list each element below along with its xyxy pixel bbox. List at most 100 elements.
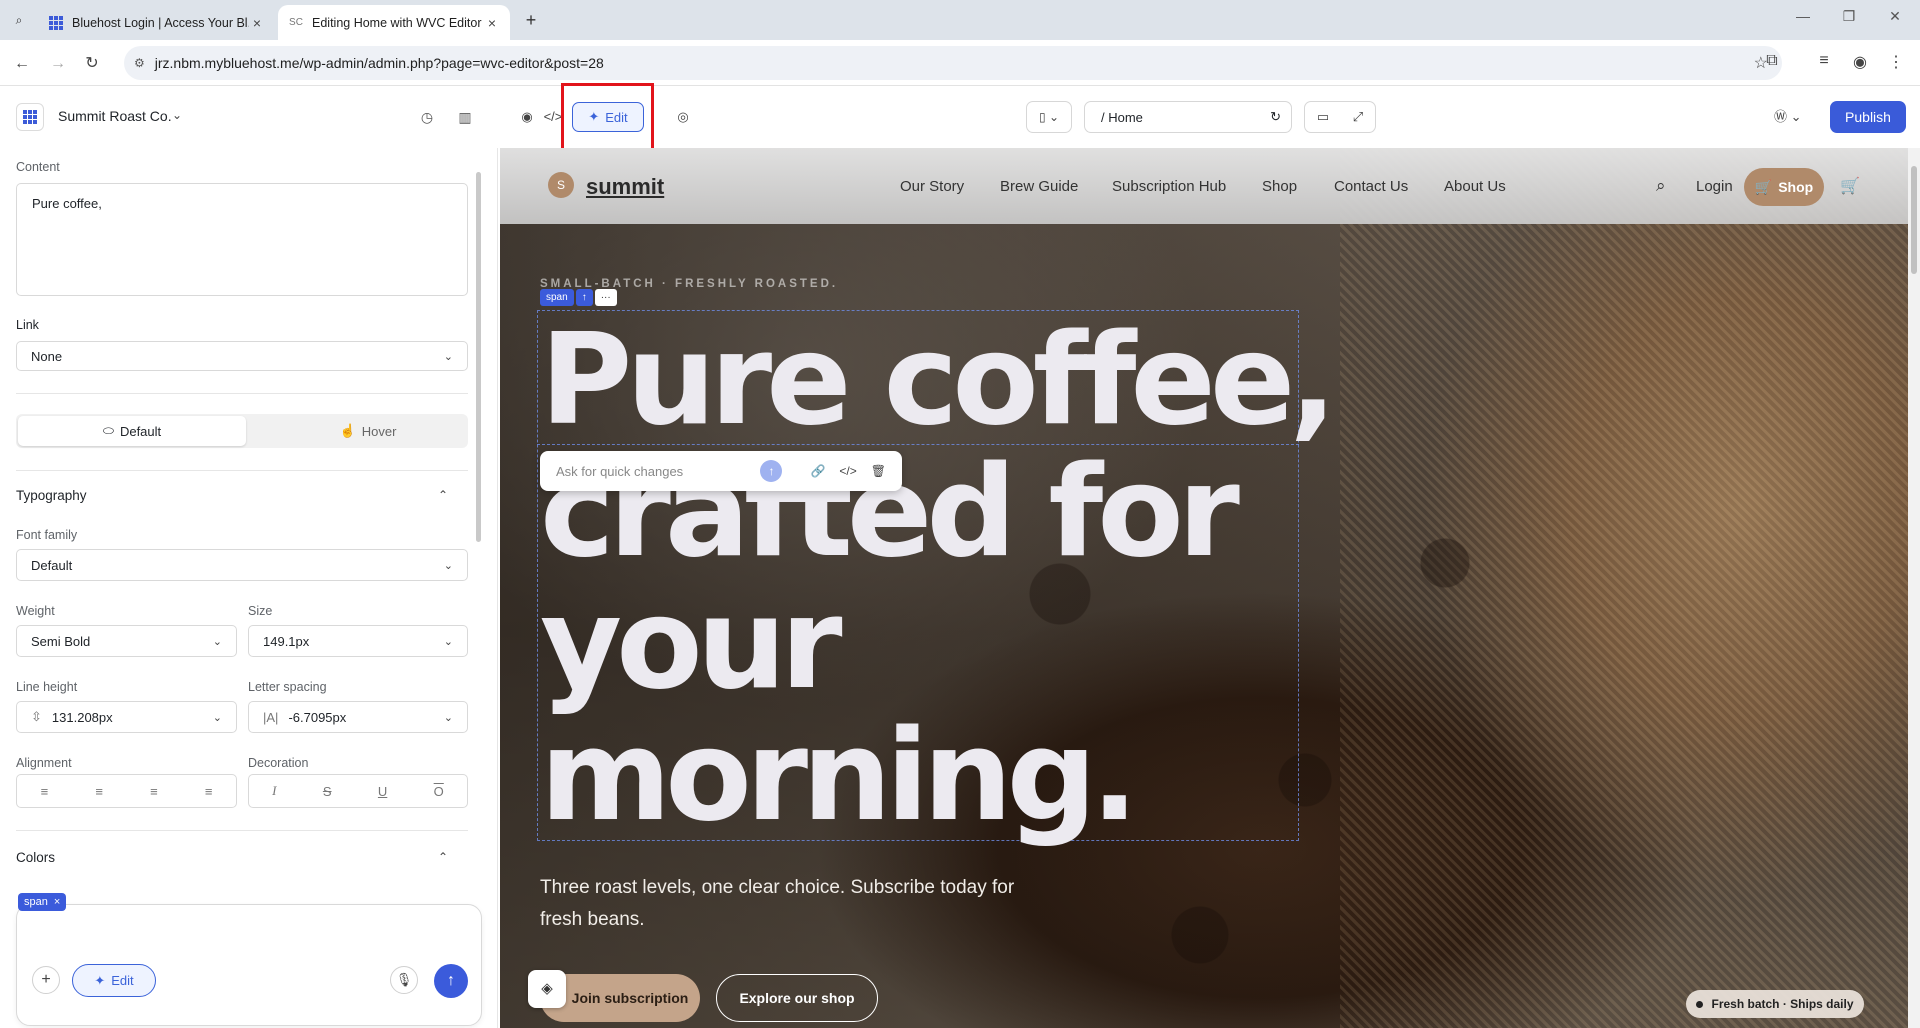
trash-icon[interactable]: 🗑 (871, 464, 886, 478)
tab-search-icon[interactable]: ⌕ (8, 9, 30, 31)
align-left-icon[interactable]: ≡ (41, 784, 49, 799)
history-icon[interactable]: ◷ (416, 106, 438, 128)
palette-icon[interactable]: ◎ (670, 104, 696, 130)
site-brand[interactable]: summit (586, 174, 664, 200)
letter-spacing-select[interactable]: |A| -6.7095px ⌄ (248, 701, 468, 733)
italic-icon[interactable]: I (272, 783, 276, 799)
device-toggle[interactable]: ▭ ⤢ (1304, 101, 1376, 133)
chip-label: span (24, 896, 48, 908)
panel-scrollbar[interactable] (476, 172, 481, 542)
tab-wvc-editor[interactable]: SC Editing Home with WVC Editor × (278, 5, 510, 40)
properties-panel: Content Pure coffee, Link None ⌄ ⬭ Default… (0, 148, 498, 1028)
chevron-up-icon[interactable]: ⌃ (438, 850, 448, 864)
nav-subscription-hub[interactable]: Subscription Hub (1112, 178, 1226, 195)
line-height-select[interactable]: ⇳ 131.208px ⌄ (16, 701, 237, 733)
scroll-thumb[interactable] (1911, 166, 1917, 274)
size-select[interactable]: 149.1px ⌄ (248, 625, 468, 657)
close-tab-icon[interactable]: × (484, 15, 500, 31)
nav-our-story[interactable]: Our Story (900, 178, 964, 195)
line-height-value: 131.208px (51, 709, 113, 725)
add-attachment-button[interactable]: + (32, 966, 60, 994)
font-family-label: Font family (16, 528, 78, 542)
publish-button[interactable]: Publish (1830, 101, 1906, 133)
laptop-icon[interactable]: ▭ (1317, 109, 1329, 125)
code-icon[interactable]: </> (839, 464, 856, 478)
extensions-icon[interactable]: ⧉ (1760, 52, 1784, 70)
select-parent-icon[interactable]: ↑ (575, 289, 593, 306)
layers-icon[interactable]: ◈ (528, 970, 566, 1008)
alignment-label: Alignment (16, 756, 72, 770)
profile-icon[interactable]: ◉ (1848, 52, 1872, 72)
wordpress-icon[interactable]: Ⓦ ⌄ (1774, 106, 1802, 125)
shop-button[interactable]: 🛒 Shop (1744, 168, 1824, 206)
quick-changes-bar: Ask for quick changes ↑ 🔗 </> 🗑 (540, 451, 902, 491)
site-logo-badge[interactable]: S (548, 172, 574, 198)
chevron-down-icon: ⌄ (443, 635, 453, 648)
link-select[interactable]: None ⌄ (16, 341, 468, 371)
alignment-group: ≡ ≡ ≡ ≡ (16, 774, 237, 808)
colors-title[interactable]: Colors (16, 850, 55, 865)
sidebar-toggle-icon[interactable]: ▥ (454, 106, 476, 128)
chevron-down-icon[interactable]: ⌄ (172, 108, 182, 122)
size-value: 149.1px (263, 633, 310, 649)
refresh-icon[interactable]: ↻ (1270, 109, 1281, 125)
content-textarea[interactable]: Pure coffee, (16, 183, 468, 296)
nav-shop[interactable]: Shop (1262, 178, 1297, 195)
line-height-icon: ⇳ (31, 709, 42, 724)
chat-edit-mode-button[interactable]: ✦ Edit (72, 964, 156, 997)
nav-about-us[interactable]: About Us (1444, 178, 1506, 195)
canvas-scrollbar[interactable] (1908, 148, 1920, 1028)
microphone-icon[interactable]: 🎙 (390, 966, 418, 994)
restore-icon[interactable]: ❐ (1826, 8, 1872, 25)
quick-changes-input[interactable]: Ask for quick changes (556, 464, 760, 479)
font-family-select[interactable]: Default ⌄ (16, 549, 468, 581)
close-window-icon[interactable]: ✕ (1872, 8, 1918, 25)
route-field[interactable]: / Home ↻ (1084, 101, 1292, 133)
state-hover-tab[interactable]: ☝ Hover (254, 416, 482, 446)
typography-title[interactable]: Typography (16, 488, 87, 503)
hero-headline[interactable]: Pure coffee, crafted for your morning. (540, 314, 1340, 842)
new-tab-button[interactable]: + (520, 9, 542, 31)
submit-arrow-icon[interactable]: ↑ (760, 460, 783, 482)
fullscreen-icon[interactable]: ⤢ (1353, 109, 1363, 125)
strikethrough-icon[interactable]: S (323, 784, 332, 799)
menu-icon[interactable]: ⋮ (1884, 52, 1908, 72)
back-icon[interactable]: ← (10, 52, 34, 76)
search-icon[interactable]: ⌕ (1656, 176, 1666, 196)
site-header: S summit Our Story Brew Guide Subscripti… (500, 148, 1908, 224)
site-logo-icon[interactable] (16, 103, 44, 131)
reload-icon[interactable]: ↻ (80, 52, 104, 76)
minimize-icon[interactable]: — (1780, 8, 1826, 24)
site-info-icon[interactable]: ⚙ (134, 56, 145, 70)
link-icon[interactable]: 🔗 (810, 464, 825, 478)
nav-contact-us[interactable]: Contact Us (1334, 178, 1408, 195)
send-button[interactable]: ↑ (434, 964, 468, 998)
overline-icon[interactable]: O (434, 784, 444, 799)
hero-subtitle: Three roast levels, one clear choice. Su… (540, 877, 1015, 930)
pill-icon: ⬭ (102, 423, 114, 438)
bluehost-favicon-icon (48, 15, 64, 31)
state-hover-label: Hover (361, 423, 397, 439)
cart-icon[interactable]: 🛒 (1840, 176, 1860, 196)
media-icon[interactable]: ≡ (1812, 52, 1836, 70)
state-default-tab[interactable]: ⬭ Default (18, 416, 246, 446)
tab-bluehost[interactable]: Bluehost Login | Access Your Bl... × (38, 5, 275, 40)
preview-eye-icon[interactable]: ◉ (514, 104, 540, 130)
url-field[interactable]: ⚙ jrz.nbm.mybluehost.me/wp-admin/admin.p… (124, 46, 1782, 80)
login-link[interactable]: Login (1696, 178, 1733, 195)
align-right-icon[interactable]: ≡ (150, 784, 158, 799)
align-center-icon[interactable]: ≡ (95, 784, 103, 799)
close-tab-icon[interactable]: × (249, 15, 265, 31)
align-justify-icon[interactable]: ≡ (205, 784, 213, 799)
weight-select[interactable]: Semi Bold ⌄ (16, 625, 237, 657)
forward-icon[interactable]: → (46, 52, 70, 76)
underline-icon[interactable]: U (378, 784, 387, 799)
browser-tab-bar: ⌕ Bluehost Login | Access Your Bl... × S… (0, 0, 1920, 40)
chip-close-icon[interactable]: × (54, 896, 60, 908)
more-options-icon[interactable]: ··· (594, 289, 617, 306)
page-select-button[interactable]: ▯ ⌄ (1026, 101, 1072, 133)
nav-brew-guide[interactable]: Brew Guide (1000, 178, 1078, 195)
site-name[interactable]: Summit Roast Co. (58, 108, 172, 124)
chevron-up-icon[interactable]: ⌃ (438, 488, 448, 502)
explore-shop-button[interactable]: Explore our shop (716, 974, 878, 1022)
